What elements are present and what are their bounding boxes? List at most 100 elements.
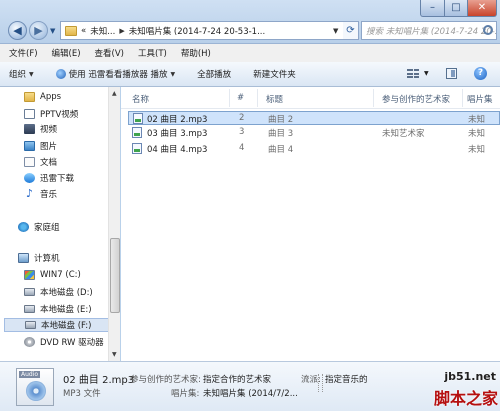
address-dropdown[interactable]: ▼	[333, 27, 338, 35]
nav-item-pictures[interactable]: 图片	[24, 139, 57, 153]
play-with-button[interactable]: 使用 迅雷看看播放器 播放 ▼	[55, 68, 176, 80]
file-list: 名称 # 标题 参与创作的艺术家 唱片集 02 曲目 2.mp3 2 曲目 2 …	[121, 87, 500, 361]
nav-item-label: 文档	[40, 158, 58, 168]
disc-icon	[26, 381, 46, 401]
column-header-number[interactable]: #	[237, 93, 244, 103]
file-name: 02 曲目 2.mp3	[147, 115, 208, 125]
close-button[interactable]: ✕	[467, 0, 497, 17]
breadcrumb-separator-icon[interactable]: ▶	[119, 27, 124, 35]
refresh-button[interactable]: ⟳	[343, 21, 359, 40]
scroll-up-icon[interactable]: ▲	[112, 90, 117, 97]
folder-icon	[24, 92, 35, 102]
nav-item-label: 家庭组	[34, 223, 60, 233]
column-header-album[interactable]: 唱片集	[467, 93, 493, 105]
preview-pane-button[interactable]	[446, 68, 457, 79]
address-bar[interactable]: « 未知... ▶ 未知唱片集 (2014-7-24 20-53-1...	[60, 21, 346, 40]
nav-scrollbar[interactable]: ▲ ▼	[108, 87, 120, 361]
file-name: 04 曲目 4.mp3	[147, 145, 208, 155]
back-button[interactable]: ◀	[8, 21, 27, 40]
file-row[interactable]: 03 曲目 3.mp3 3 曲目 3 未知艺术家 未知	[128, 126, 500, 140]
details-filetype: MP3 文件	[63, 389, 101, 399]
column-divider[interactable]	[257, 89, 258, 107]
column-header-name[interactable]: 名称	[132, 93, 149, 105]
mp3-file-icon	[132, 143, 142, 154]
nav-item-homegroup[interactable]: 家庭组	[18, 220, 60, 234]
nav-item-drive-e[interactable]: 本地磁盘 (E:)	[24, 302, 92, 316]
computer-icon	[18, 253, 29, 263]
scroll-down-icon[interactable]: ▼	[112, 351, 117, 358]
arrow-right-icon: ▶	[34, 24, 43, 37]
column-divider[interactable]	[373, 89, 374, 107]
nav-item-computer[interactable]: 计算机	[18, 251, 60, 265]
menu-tools[interactable]: 工具(T)	[138, 47, 167, 59]
play-all-button[interactable]: 全部播放	[197, 68, 231, 80]
help-button[interactable]: ?	[474, 67, 487, 80]
breadcrumb-item-current[interactable]: 未知唱片集 (2014-7-24 20-53-1...	[129, 25, 266, 37]
new-folder-label: 新建文件夹	[253, 70, 296, 80]
refresh-icon: ⟳	[346, 25, 355, 36]
recent-pages-dropdown[interactable]: ▼	[50, 27, 57, 35]
search-icon	[483, 25, 493, 35]
nav-item-dvd[interactable]: DVD RW 驱动器	[24, 335, 104, 349]
maximize-button[interactable]: □	[444, 0, 468, 17]
file-album: 未知	[468, 145, 486, 155]
pictures-library-icon	[24, 141, 35, 151]
breadcrumb-item[interactable]: 未知...	[90, 25, 115, 37]
nav-item-documents[interactable]: 文档	[24, 155, 57, 169]
scroll-thumb[interactable]	[110, 238, 120, 313]
mp3-file-icon	[132, 127, 142, 138]
details-splitter[interactable]	[318, 374, 323, 392]
minimize-button[interactable]: –	[420, 0, 445, 17]
chevron-down-icon: ▼	[29, 70, 34, 78]
change-view-icon[interactable]	[407, 69, 419, 79]
nav-item-label: 本地磁盘 (F:)	[41, 321, 92, 331]
menu-edit[interactable]: 编辑(E)	[52, 47, 81, 59]
mp3-file-icon	[133, 113, 143, 124]
menu-file[interactable]: 文件(F)	[9, 47, 38, 59]
hard-disk-icon	[25, 321, 36, 329]
nav-item-apps[interactable]: Apps	[24, 90, 61, 104]
details-artist-label: 参与创作的艺术家:	[130, 375, 201, 385]
folder-icon	[65, 25, 77, 36]
nav-item-drive-c[interactable]: WIN7 (C:)	[24, 268, 81, 282]
nav-item-drive-f[interactable]: 本地磁盘 (F:)	[4, 318, 114, 332]
breadcrumb-overflow[interactable]: «	[81, 26, 86, 36]
file-album: 未知	[468, 115, 486, 125]
nav-item-label: 计算机	[34, 254, 60, 264]
document-icon	[24, 109, 35, 119]
search-input[interactable]: 搜索 未知唱片集 (2014-7-24 20-53-...	[361, 21, 497, 40]
nav-item-music[interactable]: ♪ 音乐	[24, 187, 57, 201]
file-number: 4	[239, 143, 245, 153]
details-genre-value[interactable]: 指定音乐的	[325, 373, 368, 385]
navigation-pane: Apps PPTV视频 视频 图片 文档 迅雷下载 ♪ 音乐 家庭组 计算机 W…	[0, 87, 120, 361]
view-options-dropdown[interactable]: ▼	[424, 70, 429, 77]
organize-button[interactable]: 组织 ▼	[9, 68, 34, 80]
nav-item-label: 视频	[40, 125, 58, 135]
column-header-title[interactable]: 标题	[266, 93, 283, 105]
organize-label: 组织	[9, 70, 27, 80]
audio-badge: Audio	[19, 371, 41, 378]
details-album-value[interactable]: 未知唱片集 (2014/7/2...	[203, 387, 298, 399]
menu-help[interactable]: 帮助(H)	[181, 47, 211, 59]
watermark-brand: 脚本之家	[433, 389, 498, 408]
new-folder-button[interactable]: 新建文件夹	[253, 68, 296, 80]
file-row[interactable]: 04 曲目 4.mp3 4 曲目 4 未知	[128, 142, 500, 156]
column-divider[interactable]	[229, 89, 230, 107]
file-number: 2	[239, 113, 245, 123]
nav-item-xunlei[interactable]: 迅雷下载	[24, 171, 74, 185]
xunlei-icon	[24, 173, 35, 183]
nav-item-pptv[interactable]: PPTV视频	[24, 107, 78, 121]
column-header-artist[interactable]: 参与创作的艺术家	[382, 93, 450, 105]
chevron-down-icon: ▼	[170, 70, 176, 78]
file-title: 曲目 4	[268, 145, 294, 155]
dvd-drive-icon	[24, 337, 35, 347]
forward-button[interactable]: ▶	[29, 21, 48, 40]
column-divider[interactable]	[462, 89, 463, 107]
title-bar: – □ ✕ ◀ ▶ ▼ « 未知... ▶ 未知唱片集 (2014-7-24 2…	[0, 0, 500, 44]
music-note-icon: ♪	[25, 187, 34, 200]
nav-item-drive-d[interactable]: 本地磁盘 (D:)	[24, 285, 93, 299]
menu-view[interactable]: 查看(V)	[95, 47, 124, 59]
details-artist-value[interactable]: 指定合作的艺术家	[203, 373, 271, 385]
nav-item-videos[interactable]: 视频	[24, 122, 57, 136]
file-row[interactable]: 02 曲目 2.mp3 2 曲目 2 未知	[128, 111, 500, 125]
